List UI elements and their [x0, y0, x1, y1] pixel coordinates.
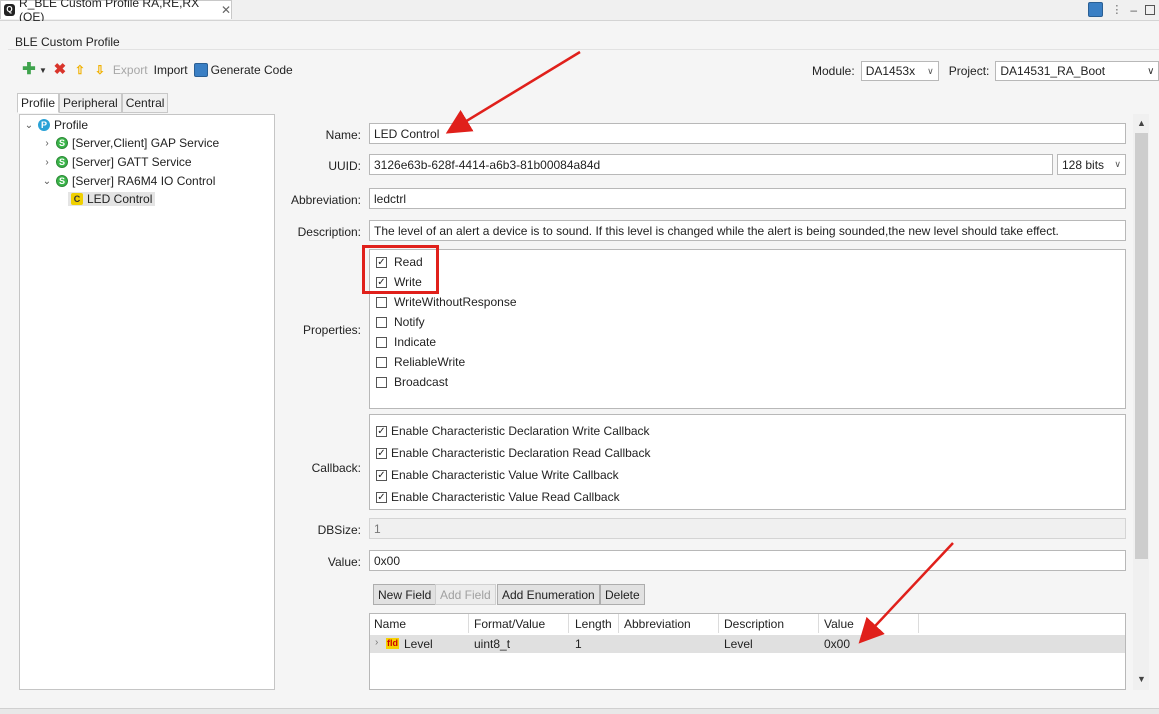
- arrow-to-name-field: [445, 50, 581, 134]
- status-bar: [0, 708, 1159, 714]
- arrow-to-value-cell: [858, 542, 954, 644]
- annotation-arrows: [445, 50, 954, 644]
